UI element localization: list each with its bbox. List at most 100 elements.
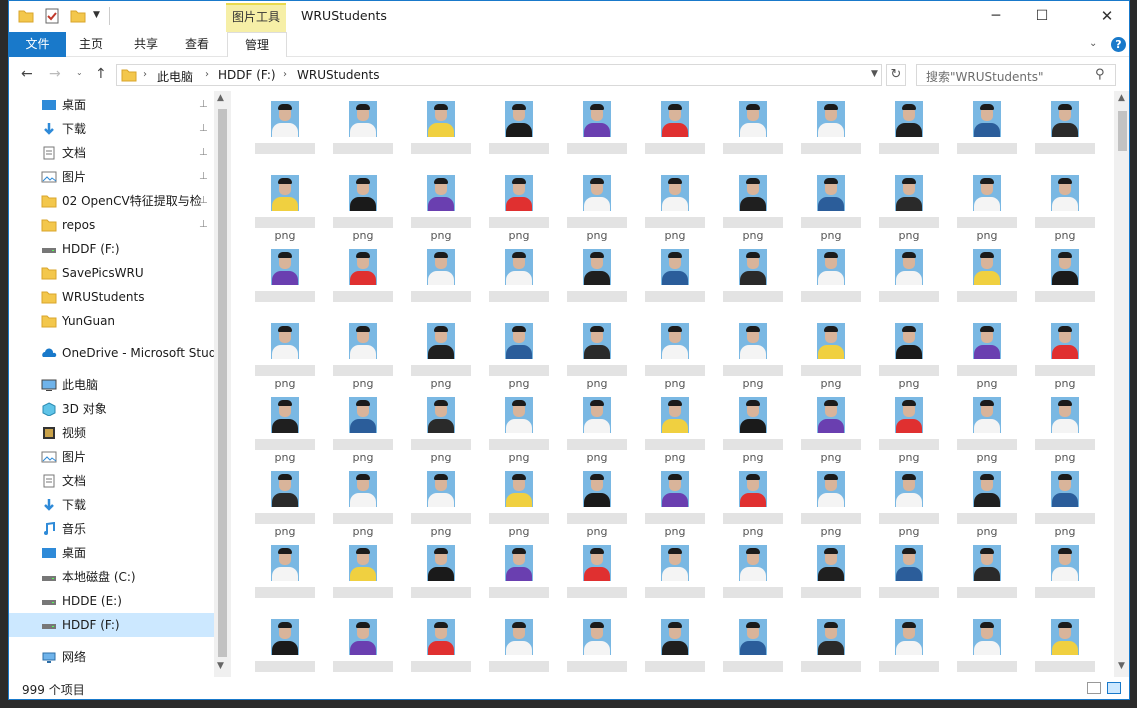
sidebar-item[interactable]: 桌面 — [9, 541, 214, 565]
sidebar-item[interactable]: 文档 ⊥ — [9, 141, 214, 165]
chevron-down-icon[interactable]: ▼ — [871, 69, 878, 79]
sidebar-item[interactable]: HDDE (E:) — [9, 589, 214, 613]
recent-locations-button[interactable]: ⌄ — [76, 68, 83, 77]
file-item[interactable]: png — [558, 469, 636, 543]
up-button[interactable]: ↑ — [95, 66, 107, 82]
sidebar-item[interactable]: YunGuan — [9, 309, 214, 333]
file-item[interactable] — [558, 617, 636, 677]
sidebar-item[interactable]: 音乐 — [9, 517, 214, 541]
file-item[interactable] — [402, 99, 480, 173]
file-item[interactable] — [870, 617, 948, 677]
sidebar-item[interactable]: SavePicsWRU — [9, 261, 214, 285]
file-item[interactable]: png — [948, 469, 1026, 543]
maximize-button[interactable]: ☐ — [1019, 1, 1065, 32]
file-item[interactable] — [870, 247, 948, 321]
file-item[interactable]: png — [246, 173, 324, 247]
file-item[interactable] — [402, 247, 480, 321]
file-item[interactable]: png — [558, 321, 636, 395]
details-view-button[interactable] — [1087, 682, 1101, 694]
refresh-button[interactable]: ↻ — [886, 64, 906, 86]
file-item[interactable] — [324, 99, 402, 173]
file-item[interactable]: png — [792, 395, 870, 469]
file-item[interactable] — [402, 617, 480, 677]
tab-manage[interactable]: 管理 — [227, 32, 287, 57]
file-item[interactable]: png — [402, 469, 480, 543]
file-item[interactable] — [480, 99, 558, 173]
back-button[interactable]: ← — [21, 66, 33, 82]
tab-share[interactable]: 共享 — [121, 32, 171, 57]
sidebar-item[interactable]: 网络 — [9, 645, 214, 669]
file-item[interactable]: png — [714, 469, 792, 543]
file-item[interactable] — [714, 99, 792, 173]
sidebar-item[interactable]: OneDrive - Microsoft Stude — [9, 341, 214, 365]
sidebar-item[interactable]: 本地磁盘 (C:) — [9, 565, 214, 589]
file-item[interactable] — [1026, 617, 1104, 677]
file-item[interactable] — [636, 617, 714, 677]
sidebar-item[interactable]: 桌面 ⊥ — [9, 93, 214, 117]
file-item[interactable] — [792, 99, 870, 173]
file-item[interactable] — [246, 247, 324, 321]
file-item[interactable] — [1026, 99, 1104, 173]
file-item[interactable]: png — [714, 395, 792, 469]
file-item[interactable] — [558, 99, 636, 173]
file-item[interactable] — [246, 617, 324, 677]
file-item[interactable]: png — [480, 173, 558, 247]
sidebar-item[interactable]: 图片 — [9, 445, 214, 469]
expand-ribbon-icon[interactable]: ⌄ — [1089, 38, 1097, 49]
file-item[interactable] — [558, 543, 636, 617]
file-item[interactable] — [714, 247, 792, 321]
folder-icon[interactable] — [17, 7, 35, 25]
file-item[interactable]: png — [948, 321, 1026, 395]
file-item[interactable]: png — [246, 321, 324, 395]
breadcrumb-hddf[interactable]: HDDF (F:) — [218, 68, 276, 82]
search-icon[interactable]: ⚲ — [1095, 67, 1105, 82]
file-item[interactable] — [324, 617, 402, 677]
file-item[interactable] — [324, 543, 402, 617]
file-item[interactable] — [948, 617, 1026, 677]
file-item[interactable]: png — [870, 395, 948, 469]
file-item[interactable] — [792, 247, 870, 321]
file-item[interactable] — [246, 99, 324, 173]
file-item[interactable]: png — [1026, 173, 1104, 247]
file-item[interactable]: png — [480, 395, 558, 469]
file-item[interactable] — [480, 617, 558, 677]
file-item[interactable] — [480, 543, 558, 617]
tab-home[interactable]: 主页 — [66, 32, 116, 57]
file-item[interactable]: png — [324, 469, 402, 543]
file-item[interactable]: png — [324, 395, 402, 469]
file-item[interactable] — [558, 247, 636, 321]
new-folder-icon[interactable] — [69, 7, 87, 25]
file-item[interactable] — [948, 543, 1026, 617]
tab-file[interactable]: 文件 — [9, 32, 66, 57]
file-item[interactable] — [1026, 543, 1104, 617]
breadcrumb-wrustudents[interactable]: WRUStudents — [297, 68, 379, 82]
sidebar-item[interactable]: WRUStudents — [9, 285, 214, 309]
file-item[interactable] — [480, 247, 558, 321]
scrollbar-thumb[interactable] — [218, 109, 227, 657]
close-button[interactable]: ✕ — [1083, 1, 1129, 32]
file-item[interactable] — [636, 247, 714, 321]
address-bar[interactable]: › 此电脑 › HDDF (F:) › WRUStudents ▼ — [116, 64, 882, 86]
sidebar-item[interactable]: 02 OpenCV特征提取与检 ⊥ — [9, 189, 214, 213]
file-item[interactable] — [870, 543, 948, 617]
nav-scrollbar[interactable]: ▲ ▼ — [214, 91, 231, 677]
sidebar-item[interactable]: HDDF (F:) — [9, 237, 214, 261]
file-item[interactable]: png — [792, 321, 870, 395]
file-item[interactable]: png — [714, 173, 792, 247]
file-item[interactable]: png — [558, 173, 636, 247]
sidebar-item[interactable]: 文档 — [9, 469, 214, 493]
file-item[interactable] — [870, 99, 948, 173]
scroll-down-icon[interactable]: ▼ — [1118, 661, 1125, 671]
file-item[interactable]: png — [792, 469, 870, 543]
file-item[interactable] — [948, 247, 1026, 321]
file-item[interactable]: png — [1026, 395, 1104, 469]
sidebar-item[interactable]: 图片 ⊥ — [9, 165, 214, 189]
file-item[interactable]: png — [402, 321, 480, 395]
large-icons-view-button[interactable] — [1107, 682, 1121, 694]
sidebar-item[interactable]: repos ⊥ — [9, 213, 214, 237]
sidebar-item[interactable]: 下载 ⊥ — [9, 117, 214, 141]
breadcrumb-this-pc[interactable]: 此电脑 — [157, 68, 193, 85]
file-item[interactable] — [714, 617, 792, 677]
sidebar-item[interactable]: 此电脑 — [9, 373, 214, 397]
file-item[interactable]: png — [480, 469, 558, 543]
